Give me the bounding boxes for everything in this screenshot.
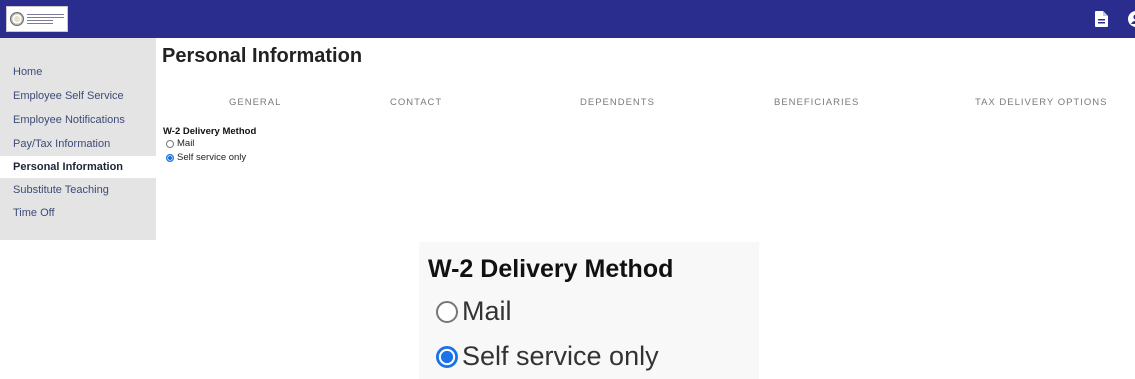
zoomed-inset: W-2 Delivery Method Mail Self service on… (419, 242, 759, 379)
self-service-label: Self service only (177, 152, 247, 163)
zoom-mail-label: Mail (462, 296, 512, 326)
zoom-self-service-label: Self service only (462, 341, 659, 371)
sidebar: Home Employee Self Service Employee Noti… (0, 38, 156, 240)
top-bar (0, 0, 1135, 38)
mail-label: Mail (177, 138, 195, 149)
zoom-self-service-radio[interactable] (436, 345, 458, 368)
w2-delivery-heading: W-2 Delivery Method (163, 126, 257, 137)
seal-icon (10, 12, 24, 26)
tab-dependents[interactable]: DEPENDENTS (580, 97, 655, 108)
document-icon[interactable] (1095, 11, 1108, 27)
zoom-self-service-option[interactable]: Self service only (436, 341, 659, 372)
tab-beneficiaries[interactable]: BENEFICIARIES (774, 97, 859, 108)
district-seal-logo[interactable] (6, 6, 68, 32)
sidebar-item-personal-information[interactable]: Personal Information (0, 156, 156, 178)
user-icon[interactable] (1128, 11, 1135, 27)
zoom-mail-option[interactable]: Mail (436, 296, 512, 327)
sidebar-item-employee-self-service[interactable]: Employee Self Service (0, 85, 156, 107)
mail-option[interactable]: Mail (166, 138, 194, 149)
self-service-radio[interactable] (166, 153, 174, 162)
page-title: Personal Information (162, 45, 363, 67)
sidebar-item-pay-tax-information[interactable]: Pay/Tax Information (0, 133, 156, 155)
sidebar-item-employee-notifications[interactable]: Employee Notifications (0, 109, 156, 131)
zoom-w2-delivery-heading: W-2 Delivery Method (428, 255, 674, 283)
self-service-option[interactable]: Self service only (166, 152, 246, 163)
tab-general[interactable]: GENERAL (229, 97, 281, 108)
mail-radio[interactable] (166, 139, 174, 148)
tab-contact[interactable]: CONTACT (390, 97, 442, 108)
sidebar-item-substitute-teaching[interactable]: Substitute Teaching (0, 179, 156, 201)
tab-tax-delivery-options[interactable]: TAX DELIVERY OPTIONS (975, 97, 1107, 108)
zoom-mail-radio[interactable] (436, 300, 458, 323)
sidebar-item-time-off[interactable]: Time Off (0, 202, 156, 224)
sidebar-item-home[interactable]: Home (0, 61, 156, 83)
